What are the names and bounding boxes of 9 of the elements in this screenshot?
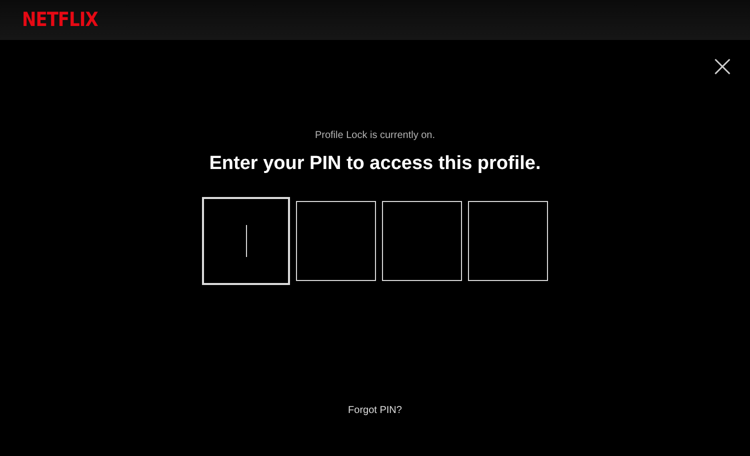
- pin-field[interactable]: [202, 197, 290, 285]
- pin-field[interactable]: [382, 201, 462, 281]
- logo[interactable]: NETFLIX: [22, 8, 98, 32]
- close-button[interactable]: ×: [708, 54, 737, 80]
- pin-field[interactable]: [468, 201, 548, 281]
- dialog-title: Enter your PIN to access this profile.: [209, 153, 541, 175]
- pin-field[interactable]: [296, 201, 376, 281]
- forgot-pin-link[interactable]: Forgot PIN?: [348, 405, 402, 416]
- status-text: Profile Lock is currently on.: [314, 130, 436, 141]
